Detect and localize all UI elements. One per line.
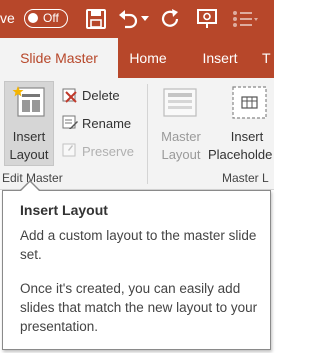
delete-button[interactable]: Delete [82,88,120,103]
save-icon[interactable] [86,9,106,29]
autosave-toggle[interactable]: Off [24,9,68,28]
delete-icon [62,88,77,103]
master-layout-label-line1[interactable]: Master [155,128,207,145]
undo-dropdown-icon[interactable] [141,16,149,22]
tooltip-caret-fill [21,182,39,191]
group-label-master-layout: Master L [222,171,269,185]
tab-partial[interactable]: T [262,38,274,78]
master-layout-label-line2[interactable]: Layout [155,146,207,163]
preserve-button[interactable]: Preserve [82,144,134,159]
tooltip-description: Add a custom layout to the master slide … [20,228,257,262]
insert-placeholder-label-line1[interactable]: Insert [220,128,274,145]
redo-icon[interactable] [160,9,180,29]
tooltip-detail: Once it's created, you can easily add sl… [20,281,258,334]
insert-placeholder-icon [232,86,267,119]
tab-slide-master[interactable]: Slide Master [0,38,118,78]
insert-placeholder-label-line2[interactable]: Placeholde [208,146,274,163]
undo-icon[interactable] [118,9,138,29]
master-layout-icon [163,88,197,117]
rename-button[interactable]: Rename [82,116,131,131]
insert-layout-label-line2: Layout [9,147,49,162]
toggle-knob [28,13,38,23]
tab-home[interactable]: Home [118,38,178,78]
autosave-label: ve [0,10,15,26]
bullet-list-icon[interactable] [232,10,258,28]
slideshow-icon[interactable] [196,8,220,30]
autosave-state: Off [43,11,59,25]
tab-insert[interactable]: Insert [190,38,250,78]
insert-layout-icon [12,86,45,117]
group-separator [147,84,148,184]
preserve-icon [62,143,76,157]
tooltip-title: Insert Layout [20,202,108,218]
insert-layout-label-line1: Insert [12,129,46,144]
rename-icon [62,115,78,129]
